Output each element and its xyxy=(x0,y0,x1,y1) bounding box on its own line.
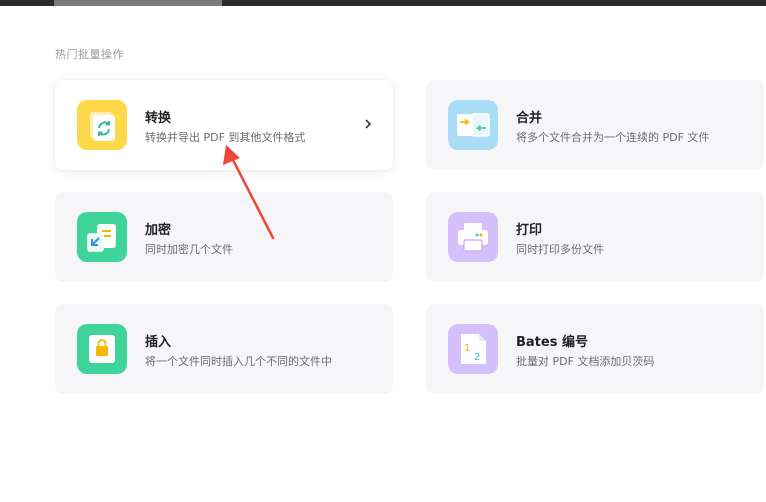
card-title: 打印 xyxy=(516,223,543,238)
convert-icon xyxy=(77,100,127,150)
card-convert[interactable]: 转换 转换并导出 PDF 到其他文件格式 xyxy=(55,80,393,170)
encrypt-icon xyxy=(77,212,127,262)
card-merge[interactable]: 合并 将多个文件合并为一个连续的 PDF 文件 xyxy=(426,80,764,170)
card-print[interactable]: 打印 同时打印多份文件 xyxy=(426,192,764,282)
bates-number-icon: 1 2 xyxy=(448,324,498,374)
card-title: 合并 xyxy=(516,111,543,126)
svg-text:2: 2 xyxy=(474,352,480,363)
printer-icon xyxy=(448,212,498,262)
tab-strip-segment xyxy=(54,0,222,6)
card-title: 转换 xyxy=(145,111,172,126)
merge-icon xyxy=(448,100,498,150)
card-description: 批量对 PDF 文档添加贝茨码 xyxy=(516,355,655,368)
card-title: 插入 xyxy=(145,335,172,350)
card-title: 加密 xyxy=(145,223,172,238)
card-description: 同时加密几个文件 xyxy=(145,243,233,256)
card-description: 将多个文件合并为一个连续的 PDF 文件 xyxy=(516,131,710,144)
card-insert[interactable]: 插入 将一个文件同时插入几个不同的文件中 xyxy=(55,304,393,394)
svg-text:1: 1 xyxy=(464,343,470,354)
card-description: 将一个文件同时插入几个不同的文件中 xyxy=(145,355,332,368)
window-top-bar xyxy=(0,0,766,6)
card-title: Bates 编号 xyxy=(516,335,588,350)
card-bates-number[interactable]: 1 2 Bates 编号 批量对 PDF 文档添加贝茨码 xyxy=(426,304,764,394)
card-encrypt[interactable]: 加密 同时加密几个文件 xyxy=(55,192,393,282)
chevron-right-icon xyxy=(361,116,375,132)
insert-icon xyxy=(77,324,127,374)
card-description: 同时打印多份文件 xyxy=(516,243,604,256)
card-description: 转换并导出 PDF 到其他文件格式 xyxy=(145,131,306,144)
section-title: 热门批量操作 xyxy=(55,48,124,61)
